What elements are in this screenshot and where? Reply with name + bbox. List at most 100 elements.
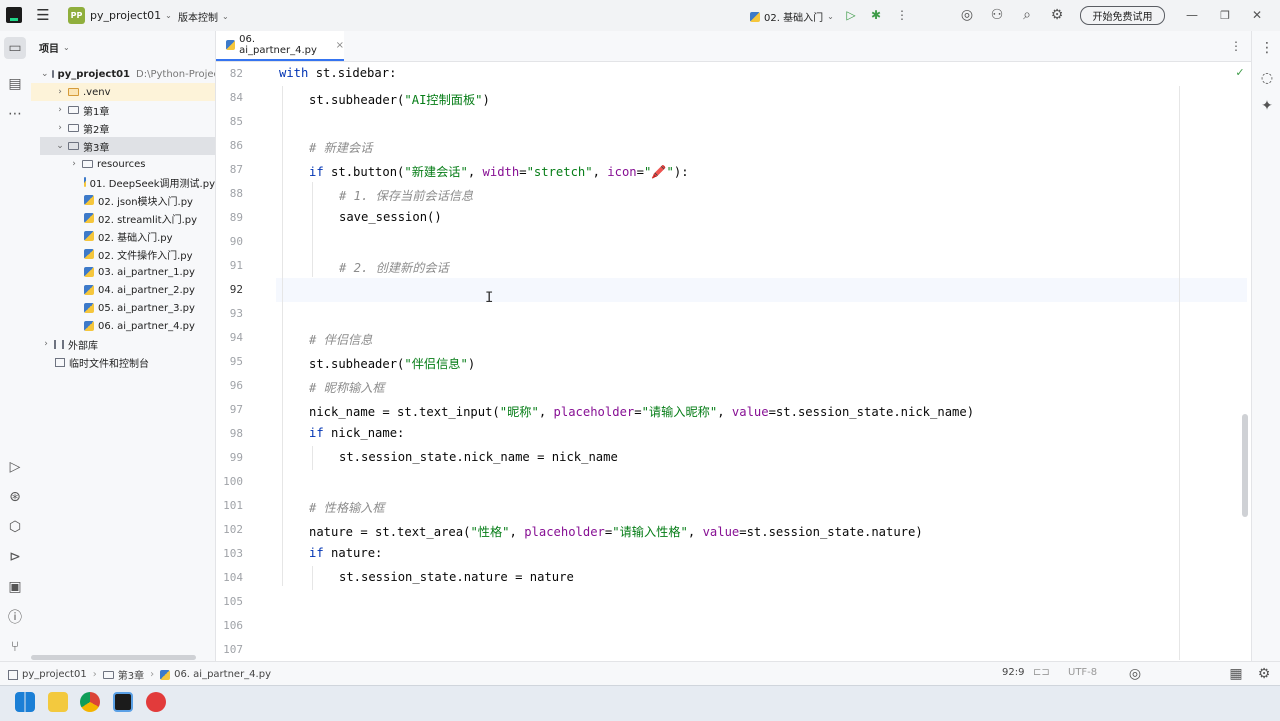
code-line[interactable]: st.session_state.nature = nature xyxy=(339,570,574,584)
maximize-icon[interactable]: ❐ xyxy=(1218,7,1232,23)
notifications-icon[interactable]: ⋮ xyxy=(1256,37,1278,59)
code-comment[interactable]: # 新建会话 xyxy=(309,138,372,156)
project-panel-title: 项目 xyxy=(39,44,59,55)
code-token: = xyxy=(519,165,527,179)
problems-icon[interactable]: ⓘ xyxy=(4,606,26,628)
code-line[interactable]: st.subheader("AI控制面板") xyxy=(309,90,490,108)
tree-item-file[interactable]: 02. json模块入门.py xyxy=(31,191,215,209)
right-tool-strip: ⋮ ◌ ✦ xyxy=(1251,31,1280,661)
tree-item-file[interactable]: 02. streamlit入门.py xyxy=(31,209,215,227)
no-problems-check-icon[interactable]: ✓ xyxy=(1233,65,1247,79)
services-icon[interactable]: ⊳ xyxy=(4,546,26,568)
code-line[interactable]: st.session_state.nick_name = nick_name xyxy=(339,450,618,464)
add-user-icon[interactable]: ⚇ xyxy=(989,7,1005,23)
settings-gear-icon[interactable]: ⚙ xyxy=(1049,7,1065,23)
tree-item-label: 04. ai_partner_2.py xyxy=(98,284,195,296)
git-icon[interactable]: ⑂ xyxy=(4,636,26,658)
python-console-icon[interactable]: ⊛ xyxy=(4,486,26,508)
code-comment[interactable]: # 性格输入框 xyxy=(309,498,385,516)
code-comment[interactable]: # 2. 创建新的会话 xyxy=(339,258,449,276)
file-explorer-icon[interactable] xyxy=(48,692,68,712)
pycharm-logo-icon xyxy=(6,7,22,23)
debug-icon[interactable]: ✱ xyxy=(868,7,884,23)
memory-indicator-icon[interactable]: ▦ xyxy=(1227,665,1245,683)
copilot-icon[interactable]: ◎ xyxy=(1126,665,1144,683)
trial-button[interactable]: 开始免费试用 xyxy=(1080,6,1165,25)
terminal-icon[interactable]: ▣ xyxy=(4,576,26,598)
code-line[interactable]: nick_name = st.text_input("昵称", placehol… xyxy=(309,402,974,420)
tree-item-scratches[interactable]: 临时文件和控制台 xyxy=(31,353,215,371)
editor-vertical-scrollbar[interactable] xyxy=(1242,414,1248,517)
python-packages-icon[interactable]: ⬡ xyxy=(4,516,26,538)
tree-item-file[interactable]: 02. 基础入门.py xyxy=(31,227,215,245)
title-bar: ☰ PP py_project01 ⌄ 版本控制 ⌄ 02. 基础入门 ⌄ ▷ … xyxy=(0,0,1280,32)
project-name-dropdown[interactable]: py_project01 ⌄ xyxy=(90,9,172,22)
code-token: with xyxy=(279,66,309,80)
code-line[interactable]: st.subheader("伴侣信息") xyxy=(309,354,475,372)
more-tools-icon[interactable]: ⋯ xyxy=(4,103,26,125)
tree-item-resources[interactable]: › resources xyxy=(31,155,215,173)
close-icon[interactable]: ✕ xyxy=(1250,7,1264,23)
project-panel-header[interactable]: 项目 ⌄ xyxy=(39,40,70,55)
code-line[interactable]: if nature: xyxy=(309,546,382,560)
minimize-icon[interactable]: — xyxy=(1185,7,1199,23)
tree-item-venv[interactable]: › .venv xyxy=(31,83,215,101)
run-tool-icon[interactable]: ▷ xyxy=(4,456,26,478)
tree-item-external-libraries[interactable]: › 外部库 xyxy=(31,335,215,353)
current-line-highlight xyxy=(276,278,1247,302)
code-comment[interactable]: # 伴侣信息 xyxy=(309,330,372,348)
left-tool-strip: ▭ ▤ ⋯ ▷ ⊛ ⬡ ⊳ ▣ ⓘ ⑂ xyxy=(0,31,32,661)
tree-item-file[interactable]: 04. ai_partner_2.py xyxy=(31,281,215,299)
breadcrumb-project[interactable]: py_project01 xyxy=(22,669,87,680)
caret-position[interactable]: 92:9 xyxy=(1002,667,1024,678)
settings-gear-icon[interactable]: ⚙ xyxy=(1255,665,1273,683)
pycharm-taskbar-icon[interactable] xyxy=(113,692,133,712)
main-menu-icon[interactable]: ☰ xyxy=(34,6,52,24)
code-token: value xyxy=(702,525,740,539)
tab-close-icon[interactable]: × xyxy=(336,40,344,51)
tree-item-chapter-1[interactable]: › 第1章 xyxy=(31,101,215,119)
vcs-dropdown[interactable]: 版本控制 ⌄ xyxy=(178,9,229,24)
project-name-label: py_project01 xyxy=(90,9,162,22)
code-line[interactable]: save_session() xyxy=(339,210,442,224)
tree-item-file[interactable]: 03. ai_partner_1.py xyxy=(31,263,215,281)
ai-assistant-icon[interactable]: ◎ xyxy=(959,7,975,23)
line-number: 103 xyxy=(223,547,243,560)
code-token: = xyxy=(634,405,642,419)
run-icon[interactable]: ▷ xyxy=(843,7,859,23)
project-badge[interactable]: PP xyxy=(68,7,85,24)
chrome-icon[interactable] xyxy=(80,692,100,712)
code-comment[interactable]: # 昵称输入框 xyxy=(309,378,385,396)
project-tool-icon[interactable]: ▭ xyxy=(4,37,26,59)
breadcrumb-file[interactable]: 06. ai_partner_4.py xyxy=(174,669,271,680)
code-line[interactable]: if st.button("新建会话", width="stretch", ic… xyxy=(309,162,689,180)
horizontal-scrollbar[interactable] xyxy=(31,655,196,660)
tree-item-file[interactable]: 05. ai_partner_3.py xyxy=(31,299,215,317)
more-actions-icon[interactable]: ⋮ xyxy=(894,7,910,23)
code-line[interactable]: with st.sidebar: xyxy=(279,66,396,80)
line-separator-indicator[interactable]: ⊏⊐ xyxy=(1033,667,1050,678)
tree-item-project-root[interactable]: ⌄ py_project01 D:\Python-Project\p xyxy=(31,65,215,83)
windows-start-icon[interactable] xyxy=(15,692,35,712)
ai-chat-icon[interactable]: ◌ xyxy=(1256,67,1278,89)
file-encoding[interactable]: UTF-8 xyxy=(1068,667,1097,678)
code-comment[interactable]: # 1. 保存当前会话信息 xyxy=(339,186,473,204)
plugin-icon[interactable]: ✦ xyxy=(1256,95,1278,117)
recorder-app-icon[interactable] xyxy=(146,692,166,712)
line-number: 97 xyxy=(229,403,243,416)
code-token: = xyxy=(636,165,644,179)
code-line[interactable]: nature = st.text_area("性格", placeholder =… xyxy=(309,522,923,540)
code-line[interactable]: if nick_name: xyxy=(309,426,404,440)
tree-item-file[interactable]: 06. ai_partner_4.py xyxy=(31,317,215,335)
tree-item-file[interactable]: 02. 文件操作入门.py xyxy=(31,245,215,263)
structure-tool-icon[interactable]: ▤ xyxy=(4,73,26,95)
tree-item-chapter-2[interactable]: › 第2章 xyxy=(31,119,215,137)
tree-item-chapter-3[interactable]: ⌄ 第3章 xyxy=(40,137,215,155)
run-config-dropdown[interactable]: 02. 基础入门 ⌄ xyxy=(750,9,834,24)
code-token: placeholder xyxy=(524,525,605,539)
search-icon[interactable]: ⌕ xyxy=(1019,7,1035,23)
more-tabs-icon[interactable]: ⋮ xyxy=(1228,38,1244,54)
editor-tab-active[interactable]: 06. ai_partner_4.py × xyxy=(216,31,344,61)
breadcrumb-folder[interactable]: 第3章 xyxy=(118,667,144,682)
tree-item-file[interactable]: 01. DeepSeek调用测试.py xyxy=(31,173,215,191)
